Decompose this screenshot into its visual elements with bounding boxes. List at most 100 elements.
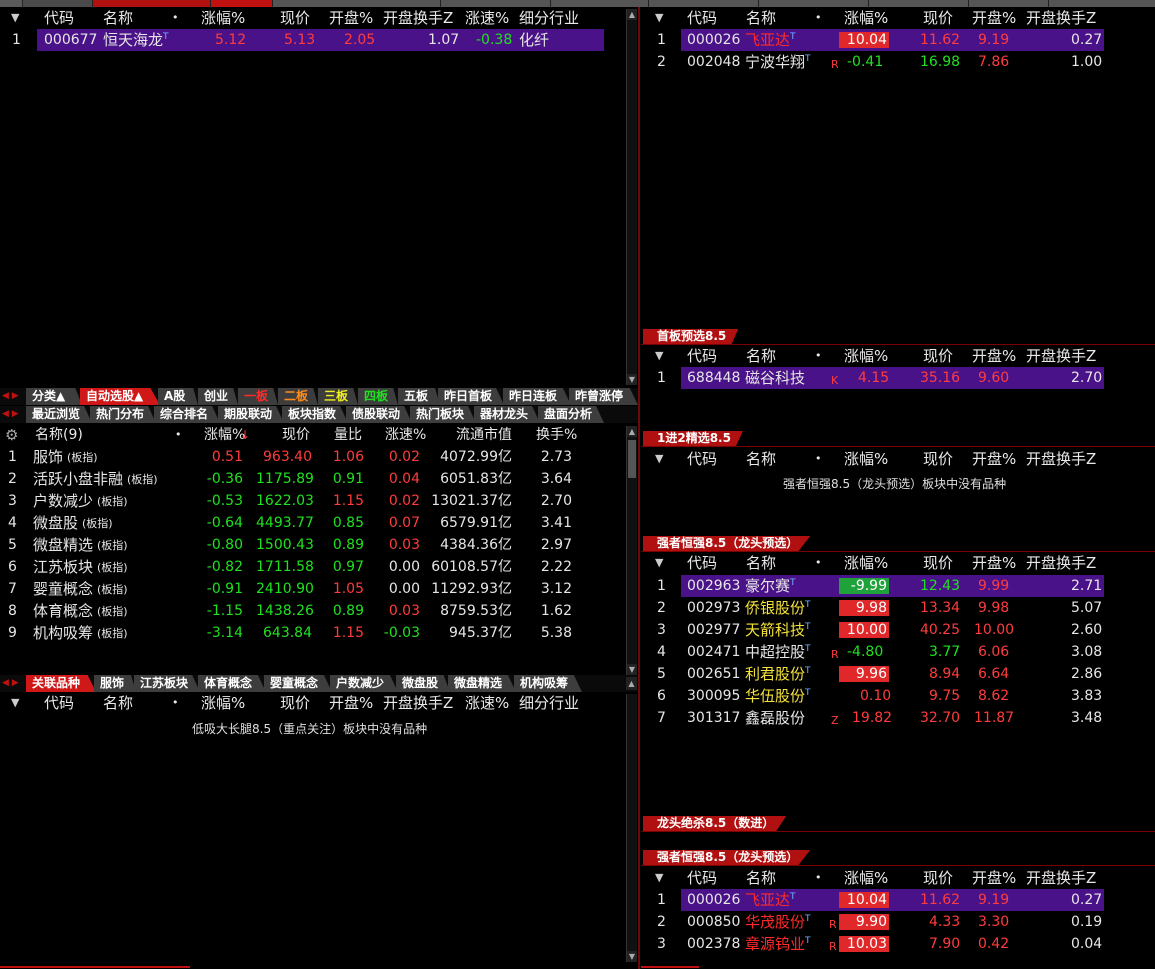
col-name[interactable]: 名称	[746, 346, 776, 366]
section-title-1jin2[interactable]: 1进2精选8.5	[643, 431, 743, 446]
col-name[interactable]: 名称	[746, 8, 776, 28]
section-title-qiangzhe[interactable]: 强者恒强8.5（龙头预选）	[643, 536, 811, 551]
col-price[interactable]: 现价	[923, 8, 953, 28]
dropdown-icon[interactable]: ▼	[655, 553, 663, 573]
tab-futures-link[interactable]: 期股联动	[218, 406, 284, 423]
col-open-turnover[interactable]: 开盘换手Z	[383, 693, 453, 713]
sector-row[interactable]: 9 机构吸筹 (板指) -3.14 643.84 1.15 -0.03 945.37亿 5.38	[0, 622, 626, 644]
tab-auto-select[interactable]: 自动选股▲	[80, 388, 160, 405]
section-title-qiangzhe2[interactable]: 强者恒强8.5（龙头预选）	[643, 850, 811, 865]
top-left-scrollbar[interactable]: ▲ ▼	[626, 9, 637, 385]
col-open[interactable]: 开盘%	[329, 8, 373, 28]
col-price[interactable]: 现价	[923, 553, 953, 573]
col-code[interactable]: 代码	[44, 693, 74, 713]
col-volume-ratio[interactable]: 量比	[334, 425, 362, 445]
col-name[interactable]: 名称	[103, 8, 133, 28]
table-row[interactable]: 2 002048 宁波华翔T R -0.41 16.98 7.86 1.00	[641, 51, 1155, 73]
tab-yesterday-consec[interactable]: 昨日连板	[503, 388, 571, 405]
col-open[interactable]: 开盘%	[972, 868, 1016, 888]
tab-scroll-arrows-icon[interactable]: ◀ ▶	[2, 406, 24, 423]
tab-erban[interactable]: 二板	[278, 388, 318, 405]
tab-hot-dist[interactable]: 热门分布	[90, 406, 156, 423]
tab-sanban[interactable]: 三板	[318, 388, 358, 405]
tab-related[interactable]: 关联品种	[26, 675, 96, 692]
tab-recent[interactable]: 最近浏览	[26, 406, 92, 423]
sector-row[interactable]: 2 活跃小盘非融 (板指) -0.36 1175.89 0.91 0.04 6051.83亿 3…	[0, 468, 626, 490]
dropdown-icon[interactable]: ▼	[655, 868, 663, 888]
col-industry[interactable]: 细分行业	[519, 693, 579, 713]
tab-micro-select[interactable]: 微盘精选	[448, 675, 516, 692]
col-name[interactable]: 名称	[103, 693, 133, 713]
tab-rank[interactable]: 综合排名	[154, 406, 220, 423]
col-change[interactable]: 涨幅%	[844, 868, 888, 888]
table-row[interactable]: 5 002651 利君股份T 9.96 8.94 6.64 2.86	[641, 663, 1155, 685]
table-row[interactable]: 1 002963 豪尔赛T -9.99 12.43 9.99 2.71	[641, 575, 1155, 597]
tab-wuban[interactable]: 五板	[398, 388, 440, 405]
dropdown-icon[interactable]: ▼	[655, 8, 663, 28]
sector-scrollbar[interactable]: ▲ ▼	[626, 426, 637, 675]
col-name[interactable]: 名称	[746, 449, 776, 469]
table-row[interactable]: 6 300095 华伍股份T 0.10 9.75 8.62 3.83	[641, 685, 1155, 707]
tab-hot-sector[interactable]: 热门板块	[410, 406, 476, 423]
col-speed[interactable]: 涨速%	[465, 8, 509, 28]
tab-analysis[interactable]: 盘面分析	[538, 406, 604, 423]
col-price[interactable]: 现价	[280, 8, 310, 28]
col-turnover[interactable]: 换手%	[536, 425, 577, 445]
col-code[interactable]: 代码	[687, 8, 717, 28]
table-row[interactable]: 2 002973 侨银股份T 9.98 13.34 9.98 5.07	[641, 597, 1155, 619]
col-price[interactable]: 现价	[923, 449, 953, 469]
tab-yiban[interactable]: 一板	[238, 388, 278, 405]
scroll-up-icon[interactable]: ▲	[627, 9, 637, 20]
sector-row[interactable]: 3 户数减少 (板指) -0.53 1622.03 1.15 0.02 13021.37亿 2.…	[0, 490, 626, 512]
col-price[interactable]: 现价	[923, 868, 953, 888]
tab-sports[interactable]: 体育概念	[198, 675, 266, 692]
col-change[interactable]: 涨幅%	[844, 449, 888, 469]
tab-a-share[interactable]: A股	[158, 388, 198, 405]
col-open[interactable]: 开盘%	[329, 693, 373, 713]
col-speed[interactable]: 涨速%	[465, 693, 509, 713]
tab-scroll-arrows-icon[interactable]: ◀ ▶	[2, 388, 24, 405]
scroll-up-icon[interactable]: ▲	[626, 677, 637, 690]
col-open-turnover[interactable]: 开盘换手Z	[1026, 868, 1096, 888]
col-name[interactable]: 名称	[746, 868, 776, 888]
tab-scroll-arrows-icon[interactable]: ◀ ▶	[2, 675, 24, 692]
scroll-down-icon[interactable]: ▼	[627, 951, 637, 962]
col-open-turnover[interactable]: 开盘换手Z	[1026, 449, 1096, 469]
tab-yesterday-first[interactable]: 昨日首板	[438, 388, 504, 405]
section-title-shouban[interactable]: 首板预选8.5	[643, 329, 739, 344]
col-open-turnover[interactable]: 开盘换手Z	[1026, 346, 1096, 366]
table-row[interactable]: 3 002977 天箭科技T 10.00 40.25 10.00 2.60	[641, 619, 1155, 641]
tab-inst-accum[interactable]: 机构吸筹	[514, 675, 582, 692]
tab-baby[interactable]: 婴童概念	[264, 675, 332, 692]
tab-sector-index[interactable]: 板块指数	[282, 406, 348, 423]
sector-row[interactable]: 5 微盘精选 (板指) -0.80 1500.43 0.89 0.03 4384.36亿 2.9…	[0, 534, 626, 556]
col-change[interactable]: 涨幅%	[201, 8, 245, 28]
tab-yesterday-limit[interactable]: 昨曾涨停	[569, 388, 638, 405]
col-market-cap[interactable]: 流通市值	[456, 425, 512, 445]
section-title-longtou[interactable]: 龙头绝杀8.5（数进）	[643, 816, 787, 831]
sector-row[interactable]: 4 微盘股 (板指) -0.64 4493.77 0.85 0.07 6579.91亿 3.41	[0, 512, 626, 534]
tab-jiangsu[interactable]: 江苏板块	[134, 675, 200, 692]
tab-fushi[interactable]: 服饰	[94, 675, 136, 692]
col-industry[interactable]: 细分行业	[519, 8, 579, 28]
col-code[interactable]: 代码	[687, 553, 717, 573]
scroll-down-icon[interactable]: ▼	[627, 664, 637, 675]
col-change[interactable]: 涨幅%	[844, 8, 888, 28]
table-row[interactable]: 3 002378 章源钨业T R 10.03 7.90 0.42 0.04	[641, 933, 1155, 955]
col-code[interactable]: 代码	[44, 8, 74, 28]
col-open[interactable]: 开盘%	[972, 553, 1016, 573]
col-change[interactable]: 涨幅%	[201, 693, 245, 713]
col-name[interactable]: 名称(9)	[35, 425, 83, 445]
col-open-turnover[interactable]: 开盘换手Z	[383, 8, 453, 28]
tab-siban[interactable]: 四板	[358, 388, 398, 405]
table-row[interactable]: 2 000850 华茂股份T R 9.90 4.33 3.30 0.19	[641, 911, 1155, 933]
dropdown-icon[interactable]: ▼	[655, 346, 663, 366]
col-change[interactable]: 涨幅%	[844, 346, 888, 366]
sector-row[interactable]: 6 江苏板块 (板指) -0.82 1711.58 0.97 0.00 60108.57亿 2.…	[0, 556, 626, 578]
scroll-down-icon[interactable]: ▼	[627, 374, 637, 385]
dropdown-icon[interactable]: ▼	[655, 449, 663, 469]
sector-row[interactable]: 7 婴童概念 (板指) -0.91 2410.90 1.05 0.00 11292.93亿 3.…	[0, 578, 626, 600]
col-open[interactable]: 开盘%	[972, 346, 1016, 366]
tab-micro-cap[interactable]: 微盘股	[396, 675, 450, 692]
dropdown-icon[interactable]: ▼	[11, 693, 19, 713]
